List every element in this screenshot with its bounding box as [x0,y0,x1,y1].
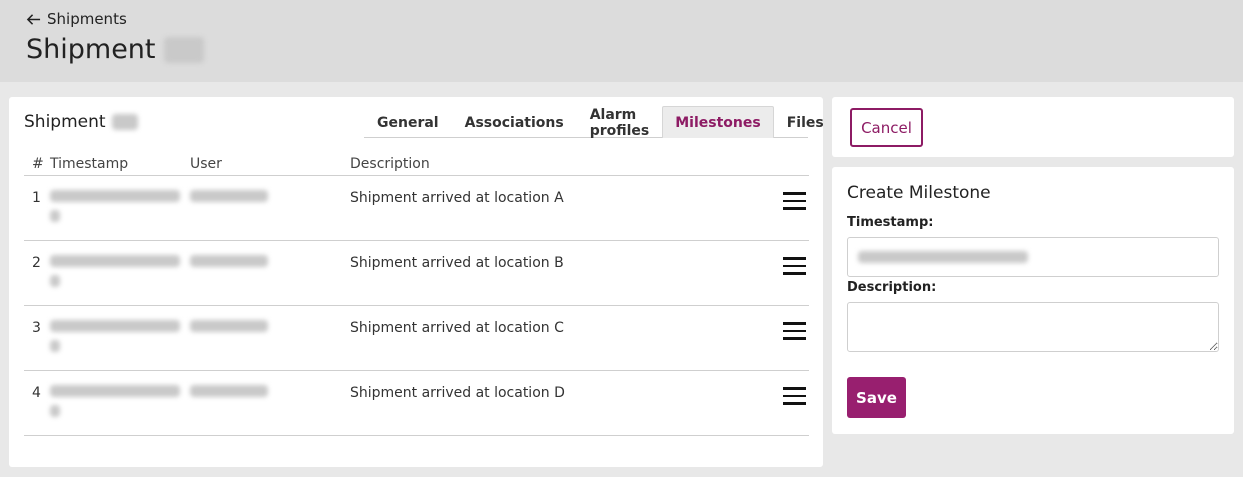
row-description: Shipment arrived at location D [350,385,565,401]
back-link[interactable]: Shipments [26,10,127,28]
form-title: Create Milestone [847,183,991,203]
card-title-text: Shipment [24,112,106,132]
back-link-label: Shipments [47,10,127,28]
hamburger-menu-icon[interactable] [783,192,807,210]
tab-files[interactable]: Files [774,106,837,138]
row-user [190,385,268,397]
row-timestamp [50,385,180,425]
cancel-card: Cancel [832,97,1234,157]
table-row: 1 Shipment arrived at location A [24,176,809,241]
table-header: # Timestamp User Description [24,152,809,176]
tab-general[interactable]: General [364,106,452,138]
top-header: Shipments Shipment [0,0,1243,82]
row-timestamp [50,255,180,295]
create-milestone-form: Create Milestone Timestamp: Description:… [832,167,1234,434]
hamburger-menu-icon[interactable] [783,322,807,340]
redacted-id [163,36,204,63]
row-user [190,190,268,202]
row-description: Shipment arrived at location A [350,190,564,206]
hamburger-menu-icon[interactable] [783,387,807,405]
redacted-id [111,114,138,130]
row-description: Shipment arrived at location B [350,255,564,271]
row-number: 3 [32,320,41,336]
row-number: 2 [32,255,41,271]
header-user: User [190,155,222,172]
tab-alarm-profiles[interactable]: Alarm profiles [577,106,663,139]
milestones-table: # Timestamp User Description 1 Shipment … [24,152,809,436]
shipment-card: Shipment General Associations Alarm prof… [9,97,824,467]
redacted-timestamp [858,251,1028,263]
arrow-left-icon [26,13,41,25]
row-description: Shipment arrived at location C [350,320,564,336]
header-timestamp: Timestamp [50,155,129,172]
table-row: 4 Shipment arrived at location D [24,371,809,436]
timestamp-label: Timestamp: [847,215,934,230]
table-row: 2 Shipment arrived at location B [24,241,809,306]
row-timestamp [50,190,180,230]
tab-bar: General Associations Alarm profiles Mile… [364,106,824,139]
description-field[interactable] [847,302,1219,352]
card-title: Shipment [24,112,138,132]
page-title: Shipment [26,34,204,65]
cancel-button[interactable]: Cancel [850,108,923,147]
timestamp-field[interactable] [847,237,1219,277]
row-user [190,320,268,332]
row-number: 1 [32,190,41,206]
row-timestamp [50,320,180,360]
description-label: Description: [847,280,937,295]
tab-milestones[interactable]: Milestones [662,106,774,138]
row-user [190,255,268,267]
tab-associations[interactable]: Associations [452,106,577,138]
hamburger-menu-icon[interactable] [783,257,807,275]
header-description: Description [350,155,430,172]
page-title-text: Shipment [26,34,156,65]
header-num: # [32,155,44,172]
row-number: 4 [32,385,41,401]
save-button[interactable]: Save [847,377,906,418]
table-row: 3 Shipment arrived at location C [24,306,809,371]
